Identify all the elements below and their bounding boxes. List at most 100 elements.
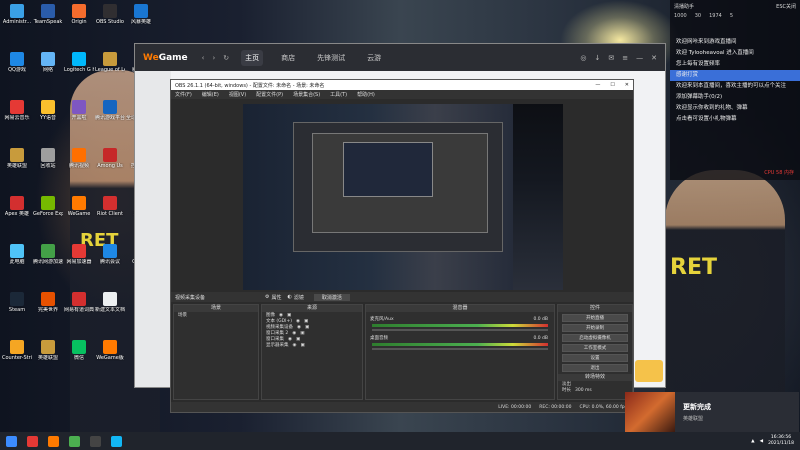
desktop-icon[interactable]: 新建文本文档 bbox=[95, 290, 125, 324]
system-clock[interactable]: 16:36:56 2021/11/18 bbox=[768, 435, 794, 447]
obs-preview-canvas[interactable] bbox=[243, 104, 563, 290]
desktop-icon[interactable]: 网易云音乐 bbox=[2, 98, 32, 132]
minimize-icon[interactable]: — bbox=[636, 54, 643, 62]
menu-icon[interactable]: ≡ bbox=[622, 54, 628, 62]
browser-icon[interactable] bbox=[27, 435, 38, 447]
maximize-icon[interactable]: ☐ bbox=[610, 82, 614, 88]
volume-slider[interactable] bbox=[372, 329, 548, 331]
desktop-icon[interactable]: 网易加速器 bbox=[64, 242, 94, 276]
desktop-icon[interactable]: QQ游戏 bbox=[2, 50, 32, 84]
wegame-nav-item[interactable]: 主页 bbox=[241, 49, 264, 66]
forward-icon[interactable]: › bbox=[212, 54, 215, 62]
desktop-icon[interactable]: 回收站 bbox=[33, 146, 63, 180]
eye-icon[interactable]: ◉ bbox=[288, 337, 292, 342]
desktop-icon[interactable]: 网易有道词典 bbox=[64, 290, 94, 324]
obs-menu-item[interactable]: 配置文件(P) bbox=[256, 91, 283, 98]
volume-slider[interactable] bbox=[372, 348, 548, 350]
desktop-icon[interactable]: 英雄联盟 bbox=[2, 146, 32, 180]
back-icon[interactable]: ‹ bbox=[202, 54, 205, 62]
obs-icon[interactable] bbox=[90, 435, 101, 447]
source-item[interactable]: 显示器采集 ◉ ▣ bbox=[262, 342, 362, 349]
desktop-icon[interactable]: Counter-Strike Global Of... bbox=[2, 338, 32, 372]
control-button[interactable]: 启动虚拟摄像机 bbox=[562, 334, 628, 342]
obs-menu-item[interactable]: 工具(T) bbox=[330, 91, 347, 98]
desktop-icon[interactable]: 腾讯视频 bbox=[64, 146, 94, 180]
gear-icon[interactable]: ⚙ bbox=[265, 294, 269, 300]
control-button[interactable]: 工作室模式 bbox=[562, 344, 628, 352]
desktop-icon[interactable]: Among Us bbox=[95, 146, 125, 180]
tray-network-icon[interactable]: ▲ bbox=[751, 439, 754, 444]
obs-menu-item[interactable]: 视图(V) bbox=[229, 91, 246, 98]
wegame-icon[interactable] bbox=[48, 435, 59, 447]
desktop-icon[interactable]: Logitech G HUB bbox=[64, 50, 94, 84]
close-icon[interactable]: ✕ bbox=[651, 54, 657, 62]
gamepad-icon[interactable]: ◎ bbox=[580, 54, 586, 62]
desktop-icon[interactable]: GeForce Experience bbox=[33, 194, 63, 228]
desktop-icon[interactable]: Riot Client bbox=[95, 194, 125, 228]
desktop-icon[interactable]: Steam bbox=[2, 290, 32, 324]
properties-button[interactable]: 属性 bbox=[272, 294, 282, 301]
qq-icon[interactable] bbox=[111, 435, 122, 447]
control-button[interactable]: 设置 bbox=[562, 354, 628, 362]
update-toast[interactable]: 更新完成 英雄联盟 bbox=[625, 392, 799, 432]
refresh-icon[interactable]: ↻ bbox=[223, 54, 229, 62]
eye-icon[interactable]: ◉ bbox=[292, 331, 296, 336]
filter-icon[interactable]: ◐ bbox=[288, 294, 292, 300]
lock-icon[interactable]: ▣ bbox=[296, 337, 300, 342]
desktop-icon-label: Logitech G HUB bbox=[64, 67, 94, 73]
wegame-orange-button[interactable] bbox=[635, 360, 663, 382]
lock-icon[interactable]: ▣ bbox=[304, 319, 308, 324]
control-button[interactable]: 开始直播 bbox=[562, 314, 628, 322]
transition-duration[interactable]: 时长 300 ms bbox=[558, 387, 632, 394]
tray-volume-icon[interactable]: ◀ bbox=[760, 439, 763, 444]
start-icon[interactable] bbox=[6, 435, 17, 447]
chat-close-button[interactable]: ESC关闭 bbox=[776, 3, 796, 10]
eye-icon[interactable]: ◉ bbox=[297, 325, 301, 330]
obs-menu-item[interactable]: 帮助(H) bbox=[357, 91, 375, 98]
desktop-icon[interactable]: 腾讯网游加速器 bbox=[33, 242, 63, 276]
eye-icon[interactable]: ◉ bbox=[296, 319, 300, 324]
desktop-icon[interactable]: Apex 英雄 bbox=[2, 194, 32, 228]
lock-icon[interactable]: ▣ bbox=[300, 343, 304, 348]
obs-menu-item[interactable]: 编辑(E) bbox=[202, 91, 219, 98]
toast-title: 更新完成 bbox=[683, 403, 711, 411]
mail-icon[interactable]: ✉ bbox=[608, 54, 614, 62]
desktop-icon[interactable]: TeamSpeak bbox=[33, 2, 63, 36]
lock-icon[interactable]: ▣ bbox=[287, 313, 291, 318]
desktop-icon[interactable]: Origin bbox=[64, 2, 94, 36]
deactivate-button[interactable]: 取消激活 bbox=[313, 293, 350, 301]
desktop-icon[interactable]: League of Legends bbox=[95, 50, 125, 84]
chrome-icon[interactable] bbox=[69, 435, 80, 447]
obs-menu-item[interactable]: 文件(F) bbox=[175, 91, 192, 98]
desktop-icon[interactable]: OBS Studio bbox=[95, 2, 125, 36]
close-icon[interactable]: ✕ bbox=[625, 82, 629, 88]
download-icon[interactable]: ↓ bbox=[595, 54, 601, 62]
desktop-icon[interactable]: 完美世界 bbox=[33, 290, 63, 324]
obs-menu-item[interactable]: 场景集合(S) bbox=[293, 91, 320, 98]
minimize-icon[interactable]: — bbox=[595, 82, 600, 88]
control-button[interactable]: 开始录制 bbox=[562, 324, 628, 332]
wegame-nav-item[interactable]: 云游 bbox=[363, 50, 385, 66]
lock-icon[interactable]: ▣ bbox=[300, 331, 304, 336]
sources-title: 来源 bbox=[262, 305, 362, 312]
desktop-icon[interactable]: WeGame版 bbox=[95, 338, 125, 372]
scene-item[interactable]: 场景 bbox=[174, 312, 258, 318]
desktop-icon[interactable]: 网络 bbox=[33, 50, 63, 84]
lock-icon[interactable]: ▣ bbox=[305, 325, 309, 330]
desktop-icon[interactable]: 此电脑 bbox=[2, 242, 32, 276]
desktop-icon[interactable]: WeGame bbox=[64, 194, 94, 228]
desktop-icon[interactable]: 微信 bbox=[64, 338, 94, 372]
eye-icon[interactable]: ◉ bbox=[279, 313, 283, 318]
wegame-nav-item[interactable]: 先锋测试 bbox=[313, 50, 349, 66]
desktop-icon[interactable]: 腾讯会议 bbox=[95, 242, 125, 276]
desktop-icon[interactable]: 腾讯游戏平台 bbox=[95, 98, 125, 132]
desktop-icon[interactable]: 开黑啦 bbox=[64, 98, 94, 132]
desktop-icon[interactable]: 风暴英雄 bbox=[126, 2, 156, 36]
control-button[interactable]: 退出 bbox=[562, 364, 628, 372]
wegame-nav-item[interactable]: 商店 bbox=[277, 50, 299, 66]
desktop-icon[interactable]: Administr... bbox=[2, 2, 32, 36]
eye-icon[interactable]: ◉ bbox=[293, 343, 297, 348]
desktop-icon[interactable]: 英雄联盟 bbox=[33, 338, 63, 372]
filters-button[interactable]: 滤镜 bbox=[294, 294, 304, 301]
desktop-icon[interactable]: YY语音 bbox=[33, 98, 63, 132]
